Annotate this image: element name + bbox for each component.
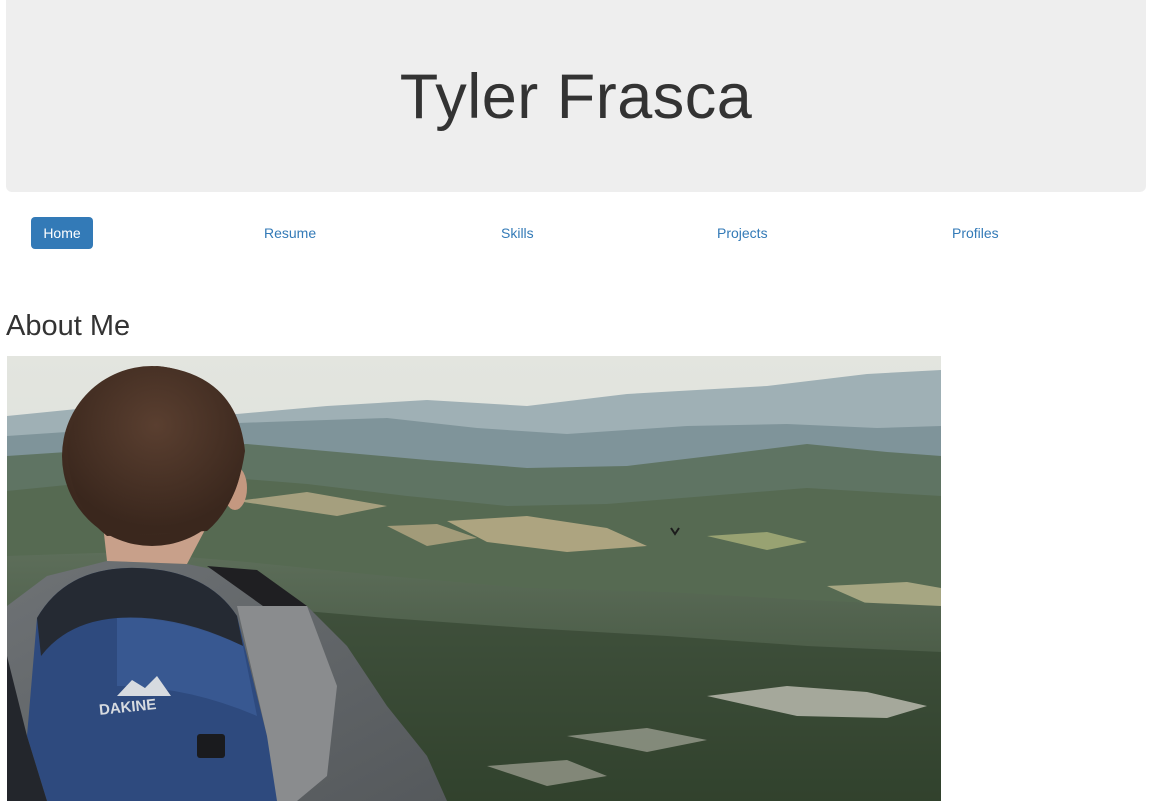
nav-list: Home Resume Skills Projects Profiles [0,217,1158,249]
hiker-landscape-image: DAKINE [7,356,941,801]
nav-item-projects[interactable]: Projects [717,217,768,249]
nav-item-profiles[interactable]: Profiles [952,217,999,249]
nav-item-home[interactable]: Home [31,217,93,249]
header-jumbotron: Tyler Frasca [6,0,1146,192]
nav-item-skills[interactable]: Skills [501,217,534,249]
about-me-heading: About Me [6,310,131,342]
site-title: Tyler Frasca [399,62,753,132]
nav-item-resume[interactable]: Resume [264,217,316,249]
about-me-photo: DAKINE [7,356,941,801]
